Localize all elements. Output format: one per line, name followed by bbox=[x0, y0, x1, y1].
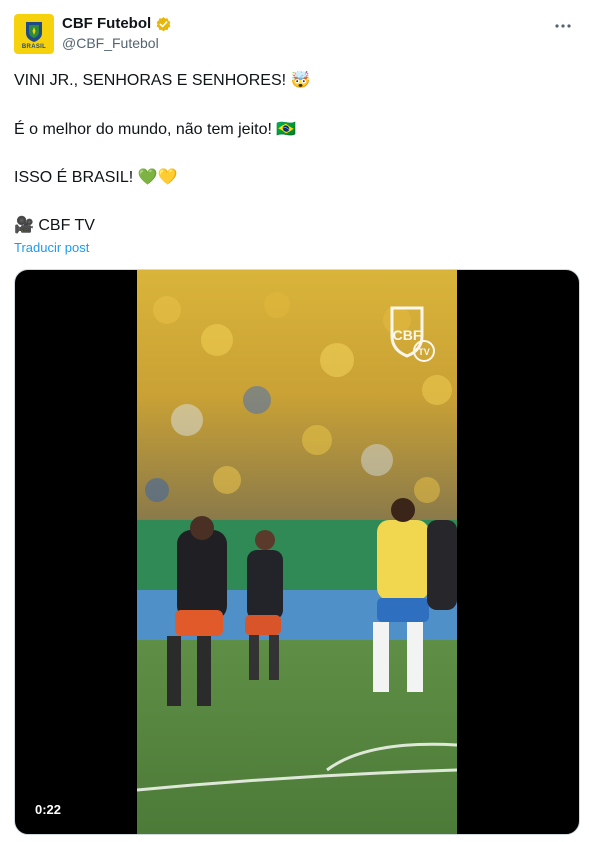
avatar-label: BRASIL bbox=[21, 43, 47, 50]
tweet-line-4: 🎥 CBF TV bbox=[14, 217, 95, 234]
handle[interactable]: @CBF_Futebol bbox=[62, 34, 172, 53]
more-horizontal-icon bbox=[555, 24, 571, 28]
video-player[interactable]: CBF TV 0:22 bbox=[14, 269, 580, 835]
translate-post-link[interactable]: Traducir post bbox=[14, 240, 89, 255]
verified-badge-icon bbox=[156, 16, 171, 31]
display-name-row: CBF Futebol bbox=[62, 14, 172, 34]
video-duration: 0:22 bbox=[29, 800, 68, 819]
tweet-line-1: VINI JR., SENHORAS E SENHORES! 🤯 bbox=[14, 72, 311, 89]
svg-text:CBF: CBF bbox=[393, 327, 422, 343]
video-thumbnail: CBF TV bbox=[137, 270, 457, 834]
tweet-header: BRASIL CBF Futebol @CBF_Futebol bbox=[14, 12, 575, 56]
avatar[interactable]: BRASIL bbox=[14, 14, 54, 54]
tweet-line-2: É o melhor do mundo, não tem jeito! 🇧🇷 bbox=[14, 121, 297, 138]
video-frame[interactable]: CBF TV bbox=[137, 270, 457, 834]
more-options-button[interactable] bbox=[553, 16, 573, 36]
tweet-line-3: ISSO É BRASIL! 💚💛 bbox=[14, 169, 178, 186]
cbf-crest-icon bbox=[26, 21, 42, 42]
svg-text:TV: TV bbox=[418, 347, 430, 357]
display-name[interactable]: CBF Futebol bbox=[62, 14, 151, 34]
